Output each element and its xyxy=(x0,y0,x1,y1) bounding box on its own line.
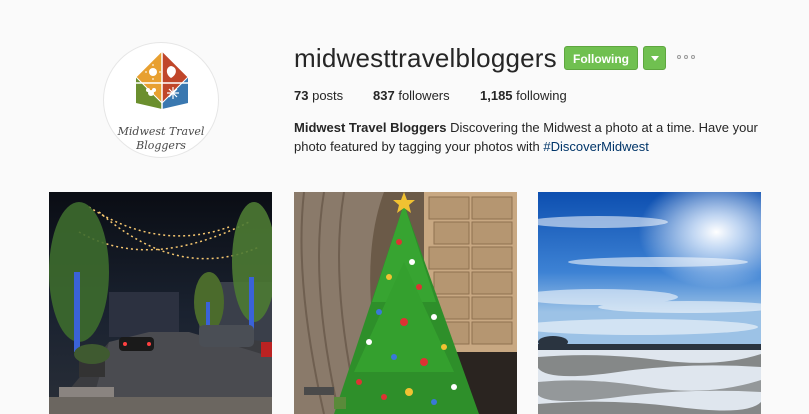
hashtag-link[interactable]: #DiscoverMidwest xyxy=(543,139,648,154)
more-options-button[interactable] xyxy=(677,52,699,64)
followers-stat[interactable]: 837 followers xyxy=(373,88,450,104)
winter-field-photo-icon xyxy=(538,192,761,414)
dot-icon xyxy=(684,55,688,59)
following-stat[interactable]: 1,185 following xyxy=(480,88,567,104)
following-button[interactable]: Following xyxy=(564,46,638,70)
follow-dropdown-button[interactable] xyxy=(643,46,666,70)
avatar-caption-line1: Midwest Travel xyxy=(117,125,205,138)
bio-name: Midwest Travel Bloggers xyxy=(294,120,447,135)
followers-label: followers xyxy=(398,88,450,103)
post-thumbnail-3[interactable] xyxy=(538,192,761,414)
profile-bio: Midwest Travel Bloggers Discovering the … xyxy=(294,118,764,156)
avatar-caption-line2: Bloggers xyxy=(136,139,186,152)
night-street-photo-icon xyxy=(49,192,272,414)
profile-avatar[interactable]: Midwest Travel Bloggers xyxy=(103,42,219,158)
following-label: following xyxy=(516,88,567,103)
caret-down-icon xyxy=(651,56,659,61)
dot-icon xyxy=(691,55,695,59)
followers-count: 837 xyxy=(373,88,395,103)
post-thumbnail-1[interactable] xyxy=(49,192,272,414)
dot-icon xyxy=(677,55,681,59)
posts-stat: 73 posts xyxy=(294,88,343,104)
profile-username: midwesttravelbloggers xyxy=(294,43,557,73)
posts-label: posts xyxy=(312,88,344,103)
posts-count: 73 xyxy=(294,88,309,103)
post-thumbnail-2[interactable] xyxy=(294,192,517,414)
following-count: 1,185 xyxy=(480,88,513,103)
lego-tree-photo-icon xyxy=(294,192,517,414)
